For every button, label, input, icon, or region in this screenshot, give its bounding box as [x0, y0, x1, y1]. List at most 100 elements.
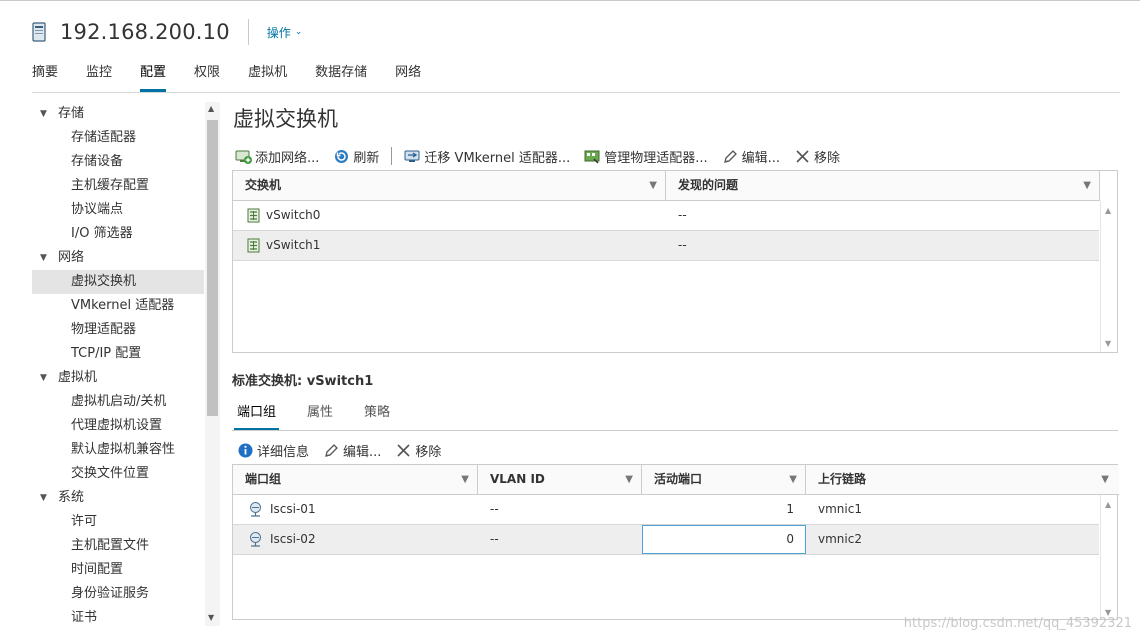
filter-icon[interactable]: ▼	[1083, 171, 1091, 200]
caret-down-icon[interactable]: ▼	[40, 102, 47, 126]
column-header-vlan[interactable]: VLAN ID ▼	[478, 465, 642, 495]
tab-datastores[interactable]: 数据存储	[315, 57, 367, 93]
manage-physical-adapters-icon	[584, 150, 600, 164]
active-ports-cell: 1	[786, 502, 794, 516]
tree-group-storage[interactable]: ▼ 存储	[32, 102, 204, 126]
add-network-button[interactable]: 添加网络...	[235, 147, 319, 166]
host-header: 192.168.200.10 操作 ⌄	[32, 14, 302, 50]
vswitch-icon	[247, 208, 260, 223]
tab-permissions[interactable]: 权限	[194, 57, 220, 93]
edit-portgroup-button[interactable]: 编辑...	[323, 441, 381, 460]
actions-menu-label: 操作	[266, 25, 291, 40]
tab-vms[interactable]: 虚拟机	[248, 57, 287, 93]
tree-group-virtual-machines[interactable]: ▼ 虚拟机	[32, 366, 204, 390]
column-header-portgroup[interactable]: 端口组 ▼	[233, 465, 478, 495]
uplinks-cell: vmnic2	[818, 532, 862, 546]
sidebar-item-tcpip-config[interactable]: TCP/IP 配置	[32, 342, 204, 366]
filter-icon[interactable]: ▼	[1101, 465, 1109, 494]
table-row[interactable]: vSwitch0 --	[233, 201, 1099, 231]
add-network-icon	[235, 150, 252, 164]
tab-networks[interactable]: 网络	[395, 57, 421, 93]
filter-icon[interactable]: ▼	[789, 465, 797, 494]
tab-monitor[interactable]: 监控	[86, 57, 112, 93]
filter-icon[interactable]: ▼	[461, 465, 469, 494]
switch-name-cell: vSwitch0	[233, 201, 666, 230]
scroll-up-icon[interactable]: ▲	[1105, 500, 1111, 509]
host-server-icon	[32, 22, 46, 42]
tab-policies[interactable]: 策略	[364, 399, 390, 431]
table-scrollbar[interactable]: ▲ ▼	[1100, 495, 1117, 619]
active-ports-cell[interactable]: 0	[642, 525, 806, 554]
switch-table: 交换机 ▼ 发现的问题 ▼ vSwitch0 -- vSwitch1 -- ▲ …	[232, 170, 1118, 353]
portgroup-name-cell: Iscsi-01	[233, 495, 478, 524]
portgroup-toolbar: 详细信息 编辑... 移除	[237, 439, 455, 461]
caret-down-icon[interactable]: ▼	[40, 246, 47, 270]
migrate-vmkernel-icon	[404, 150, 420, 162]
scroll-down-icon[interactable]: ▼	[1105, 339, 1111, 348]
chevron-down-icon: ⌄	[294, 27, 303, 37]
sidebar-item-default-vm-compat[interactable]: 默认虚拟机兼容性	[32, 438, 204, 462]
main-tabs: 摘要 监控 配置 权限 虚拟机 数据存储 网络	[32, 57, 449, 93]
caret-down-icon[interactable]: ▼	[40, 486, 47, 510]
sidebar-item-agent-vm-settings[interactable]: 代理虚拟机设置	[32, 414, 204, 438]
portgroup-icon	[250, 532, 261, 547]
sidebar-item-io-filters[interactable]: I/O 筛选器	[32, 222, 204, 246]
scroll-down-icon[interactable]: ▼	[208, 613, 214, 622]
tab-configure[interactable]: 配置	[140, 57, 167, 93]
sidebar-scrollbar[interactable]: ▲ ▼	[205, 102, 220, 626]
sidebar-item-swap-file-location[interactable]: 交换文件位置	[32, 462, 204, 486]
filter-icon[interactable]: ▼	[625, 465, 633, 494]
column-header-switch[interactable]: 交换机 ▼	[233, 171, 666, 201]
sidebar-item-storage-adapters[interactable]: 存储适配器	[32, 126, 204, 150]
sidebar-item-physical-adapters[interactable]: 物理适配器	[32, 318, 204, 342]
sidebar-item-certificate[interactable]: 证书	[32, 606, 204, 626]
filter-icon[interactable]: ▼	[649, 171, 657, 200]
details-button[interactable]: 详细信息	[237, 441, 309, 460]
table-row[interactable]: vSwitch1 --	[233, 231, 1099, 261]
host-title: 192.168.200.10	[60, 20, 230, 44]
scroll-up-icon[interactable]: ▲	[208, 104, 214, 113]
portgroup-table: 端口组 ▼ VLAN ID ▼ 活动端口 ▼ 上行链路 ▼ Iscsi-01 -…	[232, 464, 1119, 620]
x-icon	[397, 443, 410, 457]
sidebar-item-auth-services[interactable]: 身份验证服务	[32, 582, 204, 606]
sidebar-item-licensing[interactable]: 许可	[32, 510, 204, 534]
switch-name-cell: vSwitch1	[233, 231, 666, 260]
manage-physical-adapters-button[interactable]: 管理物理适配器...	[584, 147, 708, 166]
main-tabs-divider	[32, 92, 1120, 93]
sidebar-item-host-cache[interactable]: 主机缓存配置	[32, 174, 204, 198]
uplinks-cell: vmnic1	[818, 502, 862, 516]
migrate-vmkernel-button[interactable]: 迁移 VMkernel 适配器...	[404, 147, 570, 166]
sidebar-item-protocol-endpoints[interactable]: 协议端点	[32, 198, 204, 222]
caret-down-icon[interactable]: ▼	[40, 366, 47, 390]
tree-group-system[interactable]: ▼ 系统	[32, 486, 204, 510]
tab-port-groups[interactable]: 端口组	[233, 399, 280, 431]
table-header: 端口组 ▼ VLAN ID ▼ 活动端口 ▼ 上行链路 ▼	[233, 465, 1119, 495]
page-title: 虚拟交换机	[233, 107, 338, 131]
tree-group-networking[interactable]: ▼ 网络	[32, 246, 204, 270]
column-header-uplinks[interactable]: 上行链路 ▼	[806, 465, 1117, 495]
refresh-button[interactable]: 刷新	[333, 147, 379, 166]
sidebar-item-vm-startup-shutdown[interactable]: 虚拟机启动/关机	[32, 390, 204, 414]
remove-portgroup-button[interactable]: 移除	[395, 441, 441, 460]
issues-cell: --	[678, 208, 687, 222]
remove-button[interactable]: 移除	[794, 147, 840, 166]
issues-cell: --	[678, 238, 687, 252]
sidebar-item-vmkernel-adapters[interactable]: VMkernel 适配器	[32, 294, 204, 318]
tab-properties[interactable]: 属性	[307, 399, 333, 431]
table-row[interactable]: Iscsi-01 -- 1 vmnic1	[233, 495, 1099, 525]
top-border	[0, 0, 1140, 1]
sidebar-item-host-profile[interactable]: 主机配置文件	[32, 534, 204, 558]
sidebar-item-virtual-switches[interactable]: 虚拟交换机	[32, 270, 204, 294]
tab-summary[interactable]: 摘要	[32, 57, 58, 93]
portgroup-icon	[250, 502, 261, 517]
sidebar-scroll-thumb[interactable]	[207, 120, 218, 416]
column-header-active-ports[interactable]: 活动端口 ▼	[642, 465, 806, 495]
sidebar-item-time-config[interactable]: 时间配置	[32, 558, 204, 582]
scroll-up-icon[interactable]: ▲	[1105, 206, 1111, 215]
table-row[interactable]: Iscsi-02 -- 0 vmnic2	[233, 525, 1099, 555]
actions-menu[interactable]: 操作 ⌄	[267, 24, 303, 41]
edit-button[interactable]: 编辑...	[722, 147, 780, 166]
column-header-issues[interactable]: 发现的问题 ▼	[666, 171, 1100, 201]
table-scrollbar[interactable]: ▲ ▼	[1100, 201, 1117, 352]
sidebar-item-storage-devices[interactable]: 存储设备	[32, 150, 204, 174]
